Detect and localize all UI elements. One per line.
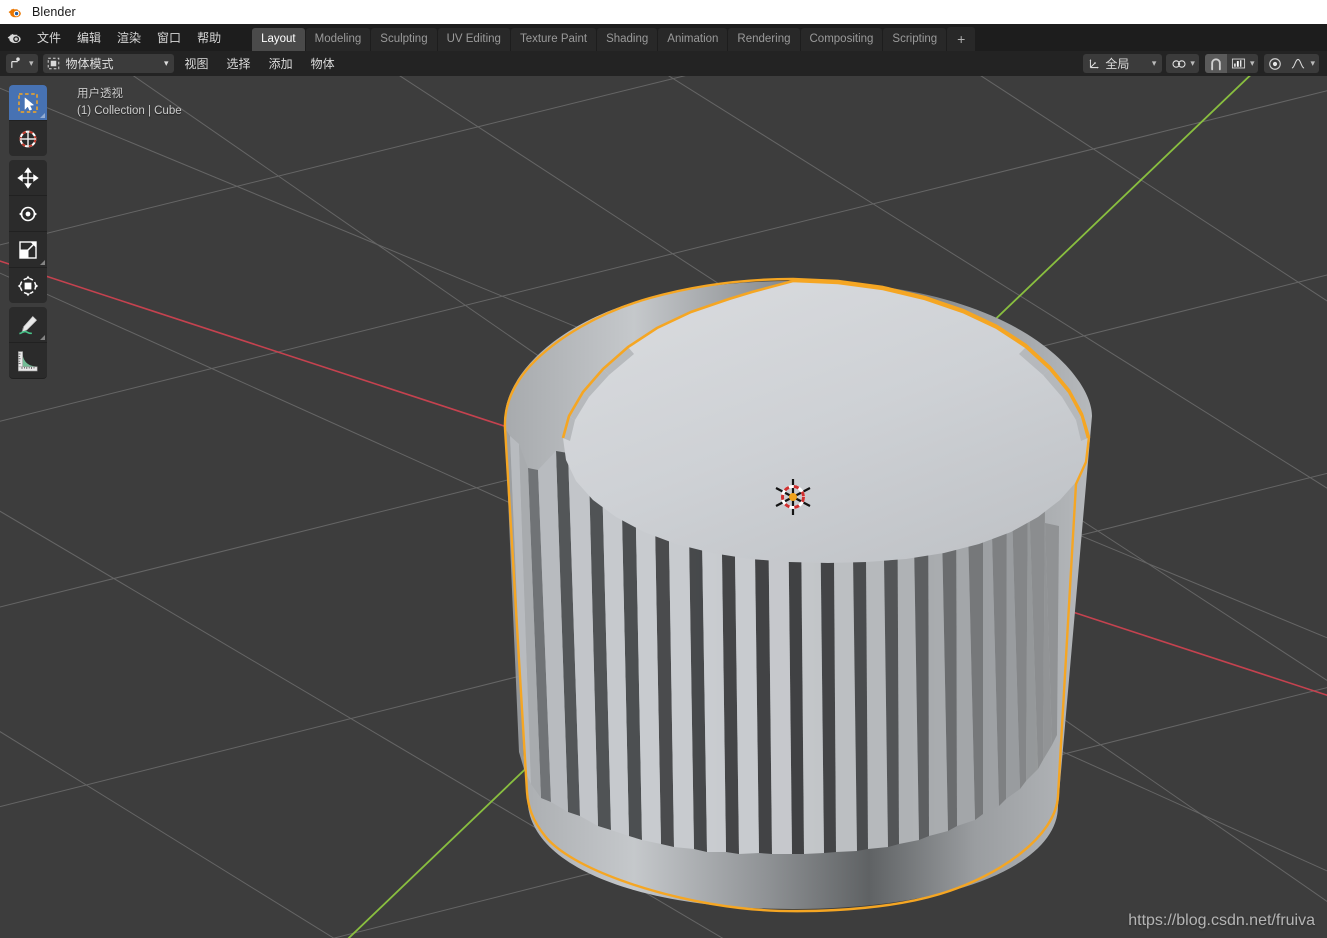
watermark-url: https://blog.csdn.net/fruiva [1128, 912, 1315, 929]
measure-ruler-icon [18, 350, 38, 371]
workspace-tabs: Layout Modeling Sculpting UV Editing Tex… [252, 24, 976, 52]
menu-help[interactable]: 帮助 [190, 26, 228, 49]
tab-shading[interactable]: Shading [597, 28, 658, 51]
tool-scale[interactable] [9, 232, 47, 268]
transform-icon [17, 275, 39, 296]
chevron-down-icon: ▾ [164, 58, 169, 68]
blender-window: Blender 文件 编辑 渲染 窗口 帮助 Layout Modeling S… [0, 0, 1327, 938]
tool-move[interactable] [9, 160, 47, 196]
chevron-down-icon: ▾ [1190, 58, 1195, 68]
snap-toggle-button[interactable] [1204, 54, 1227, 73]
viewport-toolbar [9, 85, 47, 379]
tool-transform[interactable] [9, 268, 47, 303]
snap-target-selector[interactable]: ▾ [1226, 54, 1259, 73]
tool-rotate[interactable] [9, 196, 47, 232]
editor-type-selector[interactable]: ▾ [6, 54, 38, 73]
tab-compositing[interactable]: Compositing [800, 28, 883, 51]
tab-layout[interactable]: Layout [252, 28, 305, 51]
falloff-smooth-icon [1292, 58, 1305, 69]
proportional-editing-toggle[interactable] [1264, 54, 1287, 73]
tab-rendering[interactable]: Rendering [728, 28, 800, 51]
add-workspace-button[interactable]: + [947, 27, 976, 52]
transform-orientation-label: 全局 [1105, 57, 1130, 71]
chevron-down-icon: ▾ [1151, 58, 1157, 68]
tab-scripting[interactable]: Scripting [883, 28, 947, 51]
viewport-object-path: (1) Collection | Cube [77, 105, 182, 117]
tool-submenu-indicator[interactable] [40, 335, 45, 340]
proportional-editing-icon [1269, 57, 1282, 70]
pivot-point-icon [1172, 59, 1186, 68]
menu-edit[interactable]: 编辑 [70, 26, 108, 49]
pivot-point-selector[interactable]: ▾ [1166, 54, 1199, 73]
vp-menu-object[interactable]: 物体 [304, 54, 342, 73]
interaction-mode-selector[interactable]: 物体模式 ▾ [42, 54, 174, 73]
tab-uv-editing[interactable]: UV Editing [437, 28, 510, 51]
editor-type-3dview-icon [11, 57, 20, 68]
tool-select-box[interactable] [9, 85, 47, 121]
vp-menu-select[interactable]: 选择 [220, 54, 258, 73]
window-title: Blender [32, 5, 76, 19]
viewport-scene [0, 76, 1327, 938]
menu-window[interactable]: 窗口 [150, 26, 188, 49]
proportional-editing-group: ▾ [1264, 54, 1319, 73]
vp-menu-add[interactable]: 添加 [262, 54, 300, 73]
viewport-header: ▾ 物体模式 ▾ 视图 选择 添加 物体 全局 ▾ ▾ ▾ ▾ [0, 51, 1327, 76]
snapping-group: ▾ [1204, 54, 1259, 73]
cylinder-object[interactable] [503, 277, 1092, 913]
orientation-axes-icon [1089, 59, 1100, 69]
tool-cursor[interactable] [9, 121, 47, 156]
scale-icon [19, 240, 37, 259]
proportional-falloff-selector[interactable]: ▾ [1286, 54, 1319, 73]
tab-animation[interactable]: Animation [658, 28, 728, 51]
interaction-mode-label: 物体模式 [65, 57, 114, 71]
menu-render[interactable]: 渲染 [110, 26, 148, 49]
tool-submenu-indicator[interactable] [40, 260, 45, 265]
chevron-down-icon: ▾ [1310, 58, 1315, 68]
vp-menu-view[interactable]: 视图 [178, 54, 216, 73]
select-box-icon [18, 92, 38, 113]
blender-logo-icon [8, 8, 21, 17]
snap-increment-icon [1231, 58, 1245, 69]
move-icon [17, 166, 39, 189]
blender-icon[interactable] [6, 29, 24, 47]
magnet-snap-icon [1211, 57, 1221, 70]
chevron-down-icon: ▾ [29, 58, 34, 68]
menu-file[interactable]: 文件 [30, 26, 68, 49]
object-mode-icon [47, 57, 59, 70]
top-bar: 文件 编辑 渲染 窗口 帮助 Layout Modeling Sculpting… [0, 24, 1327, 52]
chevron-down-icon: ▾ [1249, 58, 1255, 68]
tab-texture-paint[interactable]: Texture Paint [510, 28, 597, 51]
annotate-icon [19, 315, 37, 334]
tool-measure[interactable] [9, 343, 47, 379]
viewport-view-label: 用户透视 [77, 88, 123, 100]
cursor-3d-icon [19, 130, 37, 147]
window-title-bar: Blender [0, 0, 1327, 25]
tool-submenu-indicator[interactable] [40, 113, 45, 118]
3d-viewport[interactable]: 用户透视 (1) Collection | Cube https://blog.… [0, 76, 1327, 938]
tab-modeling[interactable]: Modeling [305, 28, 371, 51]
transform-orientation-selector[interactable]: 全局 ▾ [1083, 54, 1163, 73]
rotate-icon [19, 206, 37, 221]
tab-sculpting[interactable]: Sculpting [371, 28, 437, 51]
tool-annotate[interactable] [9, 307, 47, 343]
